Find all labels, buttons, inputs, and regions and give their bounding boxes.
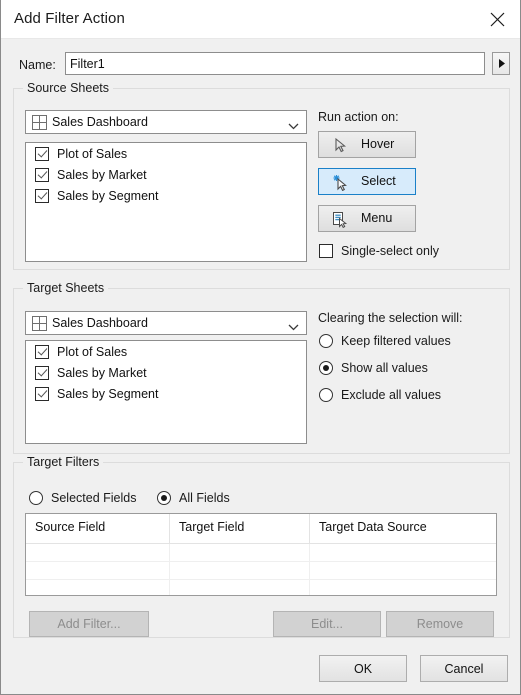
cancel-button[interactable]: Cancel <box>420 655 508 682</box>
run-action-hover-button[interactable]: Hover <box>318 131 416 158</box>
target-filters-table[interactable]: Source Field Target Field Target Data So… <box>25 513 497 596</box>
chevron-down-icon <box>288 320 299 334</box>
single-select-only-label: Single-select only <box>341 244 439 258</box>
radio-icon <box>319 361 333 375</box>
table-header-row: Source Field Target Field Target Data So… <box>26 514 496 544</box>
add-filter-action-dialog: Add Filter Action Name: Source Sheets Sa… <box>0 0 521 695</box>
list-item-label: Plot of Sales <box>57 146 128 161</box>
checkbox-icon[interactable] <box>35 188 49 203</box>
cursor-arrow-icon <box>332 137 349 154</box>
run-action-on-label: Run action on: <box>318 110 399 124</box>
target-sheets-title: Target Sheets <box>23 281 109 295</box>
radio-keep-filtered-values[interactable]: Keep filtered values <box>319 334 451 348</box>
list-item-label: Sales by Market <box>57 167 147 182</box>
column-header-source-field[interactable]: Source Field <box>26 514 170 543</box>
list-item-label: Sales by Segment <box>57 386 159 401</box>
list-item-label: Plot of Sales <box>57 344 128 359</box>
dialog-titlebar: Add Filter Action <box>1 0 520 39</box>
table-row[interactable] <box>26 544 496 562</box>
list-item[interactable]: Plot of Sales <box>26 143 306 164</box>
run-action-select-button[interactable]: Select <box>318 168 416 195</box>
radio-all-fields[interactable]: All Fields <box>157 491 230 505</box>
source-sheets-listbox[interactable]: Plot of Sales Sales by Market Sales by S… <box>25 142 307 262</box>
checkbox-icon[interactable] <box>35 146 49 161</box>
table-row[interactable] <box>26 562 496 580</box>
target-sheets-dropdown[interactable]: Sales Dashboard <box>25 311 307 335</box>
target-sheets-dropdown-value: Sales Dashboard <box>52 316 148 330</box>
edit-filter-button[interactable]: Edit... <box>273 611 381 637</box>
list-item[interactable]: Plot of Sales <box>26 341 306 362</box>
dashboard-grid-icon <box>32 115 47 133</box>
checkbox-icon[interactable] <box>35 344 49 359</box>
list-item[interactable]: Sales by Market <box>26 362 306 383</box>
dashboard-grid-icon <box>32 316 47 334</box>
cursor-menu-icon <box>332 211 349 229</box>
radio-selected-fields[interactable]: Selected Fields <box>29 491 136 505</box>
single-select-only-checkbox[interactable]: Single-select only <box>319 244 439 258</box>
list-item[interactable]: Sales by Segment <box>26 185 306 206</box>
dialog-title: Add Filter Action <box>14 10 125 27</box>
ok-button[interactable]: OK <box>319 655 407 682</box>
run-action-hover-label: Hover <box>361 137 395 151</box>
name-input[interactable] <box>65 52 485 75</box>
radio-all-fields-label: All Fields <box>179 491 230 505</box>
clearing-selection-label: Clearing the selection will: <box>318 311 463 325</box>
list-item-label: Sales by Segment <box>57 188 159 203</box>
source-sheets-dropdown[interactable]: Sales Dashboard <box>25 110 307 134</box>
add-filter-button[interactable]: Add Filter... <box>29 611 149 637</box>
list-item-label: Sales by Market <box>57 365 147 380</box>
radio-keep-filtered-values-label: Keep filtered values <box>341 334 451 348</box>
cursor-arrow-sparkle-icon <box>332 174 349 192</box>
target-filters-title: Target Filters <box>23 455 104 469</box>
radio-exclude-all-values-label: Exclude all values <box>341 388 442 402</box>
run-action-menu-label: Menu <box>361 211 393 225</box>
chevron-down-icon <box>288 119 299 133</box>
run-action-select-label: Select <box>361 174 396 188</box>
name-label: Name: <box>19 58 56 72</box>
checkbox-icon <box>319 244 333 258</box>
target-sheets-listbox[interactable]: Plot of Sales Sales by Market Sales by S… <box>25 340 307 444</box>
radio-icon <box>319 334 333 348</box>
list-item[interactable]: Sales by Segment <box>26 383 306 404</box>
radio-icon <box>157 491 171 505</box>
radio-selected-fields-label: Selected Fields <box>51 491 137 505</box>
radio-icon <box>319 388 333 402</box>
source-sheets-dropdown-value: Sales Dashboard <box>52 115 148 129</box>
source-sheets-title: Source Sheets <box>23 81 113 95</box>
list-item[interactable]: Sales by Market <box>26 164 306 185</box>
close-icon[interactable] <box>480 5 514 33</box>
remove-filter-button[interactable]: Remove <box>386 611 494 637</box>
column-header-target-field[interactable]: Target Field <box>170 514 310 543</box>
radio-show-all-values-label: Show all values <box>341 361 428 375</box>
name-menu-button[interactable] <box>492 52 510 75</box>
radio-icon <box>29 491 43 505</box>
checkbox-icon[interactable] <box>35 386 49 401</box>
checkbox-icon[interactable] <box>35 167 49 182</box>
triangle-right-icon <box>498 57 505 71</box>
table-row[interactable] <box>26 580 496 595</box>
column-header-target-data-source[interactable]: Target Data Source <box>310 514 496 543</box>
radio-show-all-values[interactable]: Show all values <box>319 361 428 375</box>
checkbox-icon[interactable] <box>35 365 49 380</box>
radio-exclude-all-values[interactable]: Exclude all values <box>319 388 441 402</box>
run-action-menu-button[interactable]: Menu <box>318 205 416 232</box>
